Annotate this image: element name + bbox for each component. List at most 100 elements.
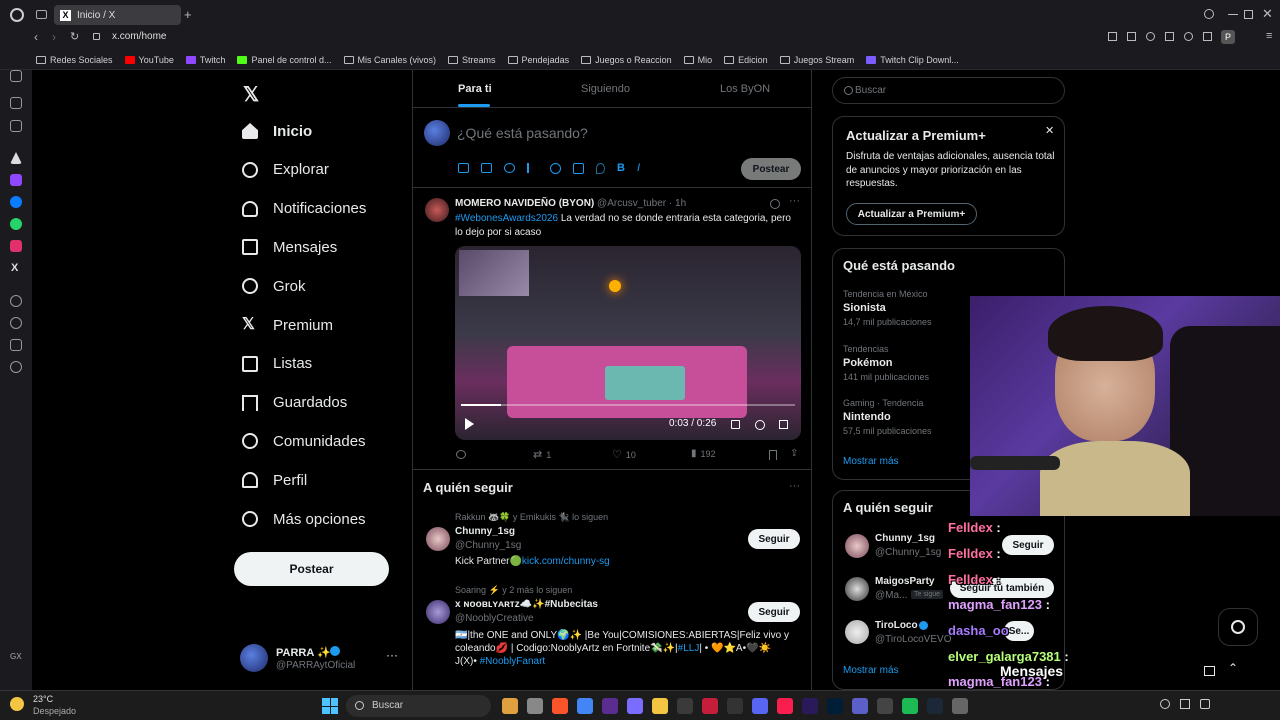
- weather-temp[interactable]: 23°C: [33, 694, 53, 704]
- nav-item-comunidades[interactable]: Comunidades: [241, 426, 366, 456]
- new-message-icon[interactable]: [1204, 666, 1215, 676]
- new-tab-icon[interactable]: +: [184, 7, 192, 22]
- suggestion-handle[interactable]: @NooblyCreative: [455, 613, 534, 624]
- player-icon[interactable]: [10, 295, 22, 307]
- who-name[interactable]: MaigosParty: [875, 576, 934, 587]
- close-window-icon[interactable]: ✕: [1262, 6, 1273, 22]
- composer-input[interactable]: ¿Qué está pasando?: [457, 125, 588, 141]
- expand-icon[interactable]: ⌃: [1228, 661, 1238, 675]
- bio-hashtag-link[interactable]: #LLJ: [678, 643, 700, 654]
- reply-icon[interactable]: [456, 450, 466, 459]
- twitch-icon[interactable]: [10, 174, 22, 186]
- who-to-follow-more-icon[interactable]: ···: [789, 480, 800, 492]
- trend-item[interactable]: Tendencias Pokémon 141 mil publicaciones: [843, 344, 929, 382]
- poll-icon[interactable]: [527, 163, 538, 173]
- share-icon[interactable]: ⇪: [790, 448, 798, 459]
- sidebar-app-icon[interactable]: [10, 70, 22, 82]
- active-tab[interactable]: X Inicio / X: [54, 5, 181, 25]
- image-icon[interactable]: [458, 163, 469, 173]
- bookmark-item[interactable]: YouTube: [124, 55, 174, 65]
- bookmark-item[interactable]: Twitch: [185, 55, 225, 65]
- messenger-icon[interactable]: [10, 196, 22, 208]
- nav-item-explorar[interactable]: Explorar: [241, 155, 329, 185]
- suggestion-handle[interactable]: @Chunny_1sg: [455, 540, 521, 551]
- post-button[interactable]: Postear: [234, 552, 389, 586]
- x-sidebar-icon[interactable]: X: [11, 262, 18, 274]
- visual-studio-icon[interactable]: [602, 698, 618, 714]
- premium-button[interactable]: Actualizar a Premium+: [846, 203, 977, 225]
- profile-avatar[interactable]: P: [1221, 30, 1235, 44]
- suggestion-bio-link[interactable]: kick.com/chunny-sg: [522, 556, 610, 567]
- who-handle[interactable]: @Chunny_1sg: [875, 547, 941, 558]
- back-icon[interactable]: ‹: [34, 30, 38, 44]
- forward-icon[interactable]: ›: [52, 30, 56, 44]
- bookmark-item[interactable]: Twitch Clip Downl...: [866, 55, 959, 65]
- teams-icon[interactable]: [852, 698, 868, 714]
- app-icon[interactable]: [677, 698, 693, 714]
- search-tabs-icon[interactable]: [1204, 9, 1214, 19]
- close-icon[interactable]: ✕: [1045, 124, 1054, 137]
- fullscreen-icon[interactable]: [779, 420, 788, 429]
- gif-icon[interactable]: [481, 163, 492, 173]
- whatsapp-icon[interactable]: [10, 218, 22, 230]
- opera-logo-icon[interactable]: [10, 8, 24, 22]
- tweet-author-name[interactable]: MOMERO NAVIDEÑO (BYON): [455, 198, 594, 209]
- show-more-link[interactable]: Mostrar más: [843, 665, 899, 676]
- nav-item-grok[interactable]: Grok: [241, 271, 306, 301]
- instagram-icon[interactable]: [10, 240, 22, 252]
- tweet-avatar[interactable]: [425, 198, 449, 222]
- tweet-time[interactable]: · 1h: [669, 198, 686, 209]
- video-settings-icon[interactable]: [755, 420, 765, 430]
- extensions-icon[interactable]: [10, 339, 22, 351]
- nav-item-guardados[interactable]: Guardados: [241, 388, 347, 418]
- discord-icon[interactable]: [752, 698, 768, 714]
- account-switcher[interactable]: PARRA ✨ @PARRAytOficial ···: [240, 644, 402, 674]
- tweet-more-icon[interactable]: ···: [789, 195, 800, 207]
- trend-item[interactable]: Gaming · Tendencia Nintendo 57,5 mil publi…: [843, 398, 932, 436]
- bookmark-item[interactable]: Juegos Stream: [779, 55, 854, 65]
- nav-item-perfil[interactable]: Perfil: [241, 465, 307, 495]
- video-progress-track[interactable]: [461, 404, 795, 406]
- bookmark-icon[interactable]: [769, 450, 777, 460]
- nav-item-listas[interactable]: Listas: [241, 349, 312, 379]
- nav-item-m-s-opciones[interactable]: Más opciones: [241, 504, 366, 534]
- grok-analyze-icon[interactable]: [770, 199, 780, 209]
- who-avatar[interactable]: [845, 534, 869, 558]
- bookmark-item[interactable]: Mio: [683, 55, 712, 65]
- nav-item-notificaciones[interactable]: Notificaciones: [241, 194, 366, 224]
- schedule-icon[interactable]: [573, 163, 584, 174]
- restore-icon[interactable]: [1244, 10, 1253, 19]
- who-name[interactable]: TiroLoco: [875, 620, 918, 631]
- nav-item-mensajes[interactable]: Mensajes: [241, 232, 337, 262]
- suggestion-name[interactable]: Chunny_1sg: [455, 526, 515, 537]
- volume-icon[interactable]: [731, 420, 740, 429]
- opera-gx-icon[interactable]: [777, 698, 793, 714]
- tweet-video[interactable]: 0:03 / 0:26: [455, 246, 801, 440]
- x-logo-icon[interactable]: 𝕏: [243, 82, 259, 107]
- tab-overview-icon[interactable]: [36, 10, 47, 19]
- who-avatar[interactable]: [845, 620, 869, 644]
- search-box[interactable]: Buscar: [832, 77, 1065, 104]
- suggestion-avatar[interactable]: [426, 600, 450, 624]
- extension-icons[interactable]: [1108, 32, 1212, 41]
- suggestion-name[interactable]: x ɴᴏᴏʙʟʏᴀʀᴛᴢ☁️✨#Nubecitas: [455, 599, 598, 610]
- sidebar-app-icon[interactable]: [10, 120, 22, 132]
- reload-icon[interactable]: ↻: [70, 30, 79, 43]
- premiere-icon[interactable]: [802, 698, 818, 714]
- show-more-link[interactable]: Mostrar más: [843, 456, 899, 467]
- nav-item-premium[interactable]: 𝕏 Premium: [241, 310, 333, 340]
- search-input[interactable]: Buscar: [855, 85, 886, 96]
- tray-icons[interactable]: [1160, 699, 1210, 709]
- who-handle[interactable]: @TiroLocoVEVO: [875, 634, 951, 645]
- bold-icon[interactable]: B: [617, 163, 625, 174]
- tab-siguiendo[interactable]: Siguiendo: [581, 83, 630, 95]
- file-explorer-icon[interactable]: [502, 698, 518, 714]
- minimize-icon[interactable]: [1228, 14, 1238, 15]
- nav-item-inicio[interactable]: Inicio: [241, 116, 312, 146]
- taskbar-search[interactable]: Buscar: [346, 695, 491, 717]
- who-avatar[interactable]: [845, 577, 869, 601]
- sidebar-app-icon[interactable]: [10, 97, 22, 109]
- composer-post-button[interactable]: Postear: [741, 158, 801, 180]
- bookmark-item[interactable]: Edicion: [724, 55, 768, 65]
- suggestion-avatar[interactable]: [426, 527, 450, 551]
